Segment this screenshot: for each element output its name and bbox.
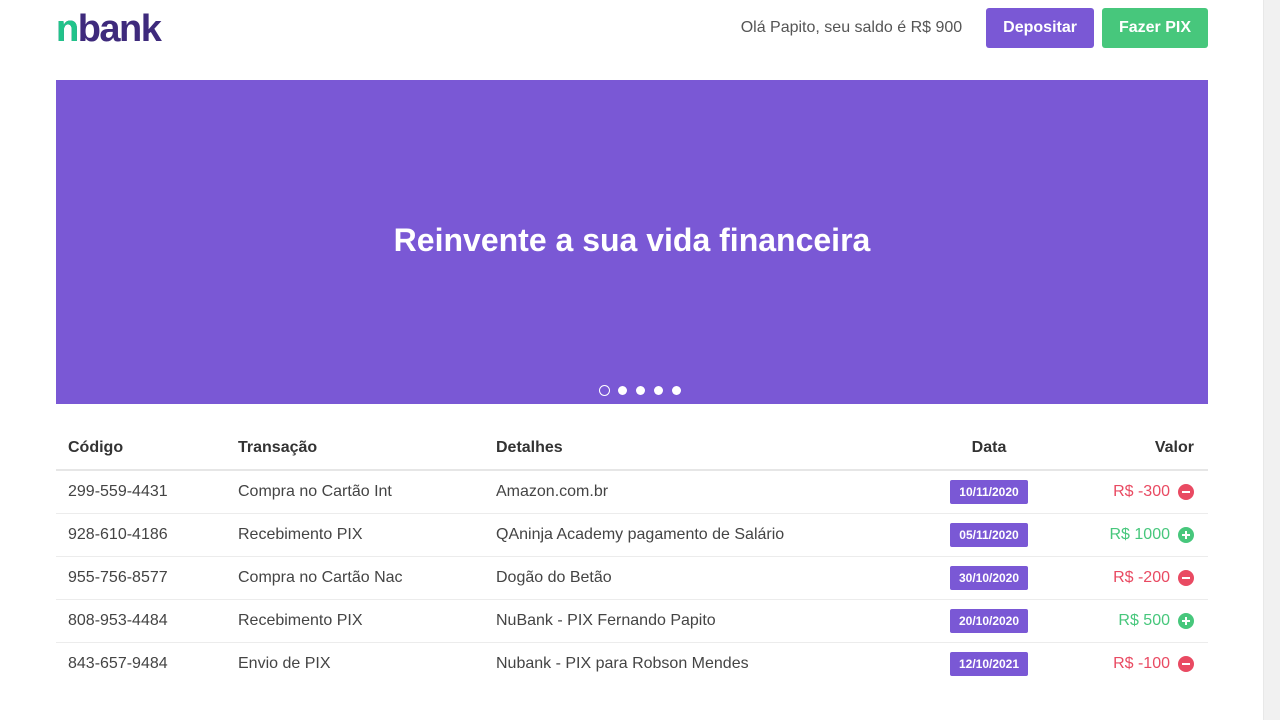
nbank-logo[interactable]: nbank n	[56, 8, 186, 48]
column-header-date: Data	[930, 426, 1048, 471]
minus-circle-icon	[1178, 655, 1194, 672]
carousel-dot-4[interactable]	[653, 386, 663, 395]
date-badge: 12/10/2021	[949, 651, 1029, 676]
carousel-dots	[0, 385, 1280, 396]
table-row: 928-610-4186 Recebimento PIX QAninja Aca…	[56, 513, 1208, 557]
cell-value: R$ -100	[1048, 642, 1208, 685]
table-row: 808-953-4484 Recebimento PIX NuBank - PI…	[56, 599, 1208, 643]
column-header-code: Código	[56, 426, 226, 471]
minus-circle-icon	[1178, 483, 1194, 500]
value-amount: R$ -200	[1113, 568, 1170, 586]
date-badge: 10/11/2020	[950, 479, 1028, 504]
table-row: 843-657-9484 Envio de PIX Nubank - PIX p…	[56, 642, 1208, 685]
cell-transaction: Compra no Cartão Int	[226, 470, 484, 514]
cell-date: 12/10/2021	[930, 642, 1048, 685]
transactions-table: Código Transação Detalhes Data Valor 299…	[56, 426, 1208, 685]
value-amount: R$ 500	[1118, 611, 1170, 629]
table-row: 299-559-4431 Compra no Cartão Int Amazon…	[56, 470, 1208, 514]
date-badge: 20/10/2020	[949, 608, 1029, 633]
carousel-dot-1[interactable]	[598, 385, 610, 396]
plus-circle-icon	[1178, 612, 1194, 629]
hero-carousel[interactable]: Reinvente a sua vida financeira	[56, 80, 1208, 404]
column-header-value: Valor	[1048, 426, 1208, 471]
date-badge: 30/10/2020	[949, 565, 1029, 590]
cell-transaction: Recebimento PIX	[226, 599, 484, 643]
minus-circle-icon	[1178, 569, 1194, 586]
header-actions: Olá Papito, seu saldo é R$ 900 Depositar…	[741, 8, 1208, 48]
cell-value: R$ -300	[1048, 470, 1208, 514]
cell-transaction: Envio de PIX	[238, 654, 331, 672]
cell-details: QAninja Academy pagamento de Salário	[484, 513, 930, 557]
cell-date: 05/11/2020	[930, 513, 1048, 557]
table-row: 955-756-8577 Compra no Cartão Nac Dogão …	[56, 556, 1208, 600]
cell-details: NuBank - PIX Fernando Papito	[484, 599, 930, 643]
cell-code: 808-953-4484	[56, 599, 226, 643]
logo-wordmark: nbank n	[56, 10, 164, 46]
cell-value: R$ 500	[1048, 599, 1208, 643]
header: nbank n Olá Papito, seu saldo é R$ 900 D…	[56, 8, 1208, 48]
cell-date: 20/10/2020	[930, 599, 1048, 643]
plus-circle-icon	[1178, 526, 1194, 543]
column-header-transaction: Transação	[226, 426, 484, 471]
column-header-details: Detalhes	[484, 426, 930, 471]
cell-value: R$ 1000	[1048, 513, 1208, 557]
value-amount: R$ -300	[1113, 482, 1170, 500]
value-amount: R$ -100	[1113, 654, 1170, 672]
cell-details: Dogão do Betão	[484, 556, 930, 600]
cell-details: Amazon.com.br	[484, 470, 930, 514]
cell-value: R$ -200	[1048, 556, 1208, 600]
cell-code: 299-559-4431	[56, 470, 226, 514]
cell-details: Nubank - PIX para Robson Mendes	[496, 654, 749, 672]
page-scrollbar[interactable]	[1263, 0, 1280, 720]
cell-transaction: Compra no Cartão Nac	[226, 556, 484, 600]
cell-date: 10/11/2020	[930, 470, 1048, 514]
balance-greeting: Olá Papito, seu saldo é R$ 900	[740, 19, 963, 36]
value-amount: R$ 1000	[1109, 525, 1171, 543]
carousel-title: Reinvente a sua vida financeira	[393, 222, 871, 258]
carousel-dot-3[interactable]	[635, 386, 645, 395]
carousel-dot-2[interactable]	[617, 386, 627, 395]
cell-code: 955-756-8577	[56, 556, 226, 600]
pix-button[interactable]: Fazer PIX	[1101, 8, 1208, 48]
cell-transaction: Recebimento PIX	[226, 513, 484, 557]
deposit-button[interactable]: Depositar	[986, 8, 1094, 48]
carousel-dot-5[interactable]	[671, 386, 681, 395]
cell-date: 30/10/2020	[930, 556, 1048, 600]
cell-code: 843-657-9484	[68, 654, 168, 672]
cell-code: 928-610-4186	[56, 513, 226, 557]
table-header-row: Código Transação Detalhes Data Valor	[56, 426, 1208, 471]
logo-n-accent: n	[56, 10, 79, 46]
date-badge: 05/11/2020	[950, 522, 1028, 547]
